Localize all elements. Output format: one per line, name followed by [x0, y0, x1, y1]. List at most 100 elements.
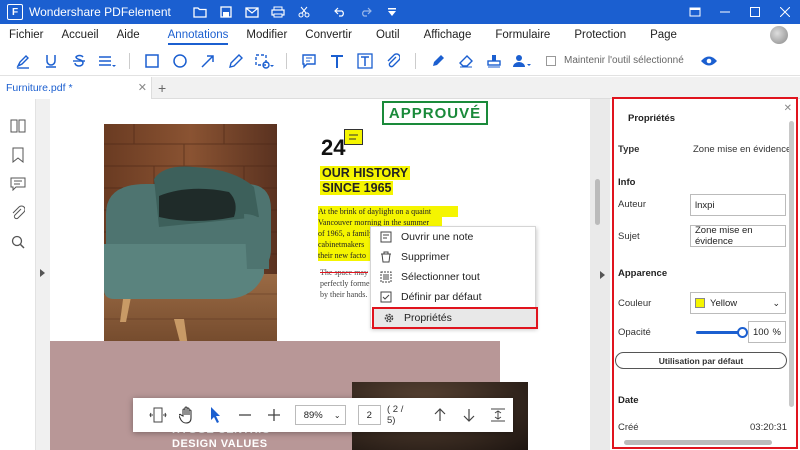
strikethrough-tool-icon[interactable]: [66, 48, 92, 74]
comment-icon[interactable]: [0, 169, 36, 198]
user-avatar[interactable]: [770, 26, 788, 44]
thumbnails-icon[interactable]: [0, 111, 36, 140]
approved-stamp[interactable]: APPROUVÉ: [382, 101, 488, 125]
opacity-slider-thumb[interactable]: [737, 327, 748, 338]
menu-modifier[interactable]: Modifier: [237, 24, 296, 46]
menu-annotations[interactable]: Annotations: [159, 24, 238, 46]
right-collapse-strip[interactable]: [590, 99, 610, 450]
signature-tool-icon[interactable]: [509, 48, 535, 74]
menu-page[interactable]: Page: [641, 24, 686, 46]
notification-icon[interactable]: [680, 0, 710, 24]
heading-since: SINCE 1965: [320, 181, 394, 195]
oval-tool-icon[interactable]: [167, 48, 193, 74]
attachment-tool-icon[interactable]: [380, 48, 406, 74]
context-item-delete[interactable]: Supprimer: [371, 247, 535, 267]
created-value: 03:20:31: [750, 422, 787, 433]
menu-outil[interactable]: Outil: [367, 24, 409, 46]
toolbar-divider: [286, 52, 287, 69]
type-label: Type: [618, 144, 640, 155]
pen-tool-icon[interactable]: [425, 48, 451, 74]
chair-photo: [104, 124, 277, 360]
mail-icon[interactable]: [239, 0, 265, 24]
next-page-icon[interactable]: [455, 400, 484, 430]
page-input[interactable]: 2: [357, 405, 381, 425]
minimize-icon[interactable]: [710, 0, 740, 24]
textbox-tool-icon[interactable]: [352, 48, 378, 74]
menu-formulaire[interactable]: Formulaire: [486, 24, 559, 46]
text-tool-icon[interactable]: [324, 48, 350, 74]
opacity-field[interactable]: 100 %: [748, 321, 786, 343]
menu-fichier[interactable]: Fichier: [0, 24, 53, 46]
highlight-tool-icon[interactable]: [10, 48, 36, 74]
folder-icon[interactable]: [187, 0, 213, 24]
keep-tool-option[interactable]: Maintenir l'outil sélectionné: [546, 55, 684, 66]
bookmark-icon[interactable]: [0, 140, 36, 169]
fit-page-icon[interactable]: [484, 400, 513, 430]
menu-affichage[interactable]: Affichage: [415, 24, 481, 46]
author-field[interactable]: lnxpi: [690, 194, 786, 216]
pencil-tool-icon[interactable]: [223, 48, 249, 74]
scissors-icon[interactable]: [291, 0, 317, 24]
fit-width-icon[interactable]: [143, 400, 172, 430]
toolbar-divider: [415, 52, 416, 69]
zoom-select[interactable]: 89% ⌄: [294, 405, 346, 425]
eye-icon[interactable]: [696, 48, 722, 74]
zoom-out-icon[interactable]: [230, 400, 259, 430]
tab-furniture[interactable]: Furniture.pdf * ✕: [0, 76, 152, 99]
hand-tool-icon[interactable]: [172, 400, 201, 430]
new-tab-icon[interactable]: +: [158, 80, 166, 96]
area-shape-tool-icon[interactable]: [251, 48, 277, 74]
menu-aide[interactable]: Aide: [108, 24, 149, 46]
text-lines-tool-icon[interactable]: [94, 48, 120, 74]
context-item-label: Sélectionner tout: [401, 271, 480, 283]
menu-accueil[interactable]: Accueil: [53, 24, 108, 46]
gear-icon: [374, 312, 404, 324]
expand-left-icon[interactable]: [38, 269, 46, 277]
appearance-heading: Apparence: [618, 268, 668, 279]
menu-bar: Fichier Accueil Aide Annotations Modifie…: [0, 24, 800, 46]
zoom-in-icon[interactable]: [260, 400, 289, 430]
select-cursor-icon[interactable]: [201, 400, 230, 430]
date-heading: Date: [618, 395, 639, 406]
rectangle-tool-icon[interactable]: [139, 48, 165, 74]
context-item-set-default[interactable]: Définir par défaut: [371, 287, 535, 307]
context-item-select-all[interactable]: Sélectionner tout: [371, 267, 535, 287]
menu-convertir[interactable]: Convertir: [296, 24, 361, 46]
redo-icon[interactable]: [353, 0, 379, 24]
maximize-icon[interactable]: [740, 0, 770, 24]
context-item-label: Définir par défaut: [401, 291, 482, 303]
previous-page-icon[interactable]: [426, 400, 455, 430]
opacity-slider[interactable]: [696, 327, 748, 338]
document-scrollbar[interactable]: [595, 179, 600, 225]
subject-field[interactable]: Zone mise en évidence: [690, 225, 786, 247]
color-select[interactable]: Yellow ⌄: [690, 292, 786, 314]
print-icon[interactable]: [265, 0, 291, 24]
context-item-properties[interactable]: Propriétés: [372, 307, 538, 329]
arrow-tool-icon[interactable]: [195, 48, 221, 74]
undo-icon[interactable]: [327, 0, 353, 24]
underline-tool-icon[interactable]: [38, 48, 64, 74]
menu-protection[interactable]: Protection: [565, 24, 635, 46]
close-panel-icon[interactable]: ✕: [784, 103, 792, 114]
attachment-icon[interactable]: [0, 198, 36, 227]
expand-right-icon[interactable]: [598, 271, 606, 279]
quick-access-dropdown-icon[interactable]: [379, 0, 405, 24]
close-icon[interactable]: [770, 0, 800, 24]
use-default-button[interactable]: Utilisation par défaut: [615, 352, 787, 369]
context-item-open-note[interactable]: Ouvrir une note: [371, 227, 535, 247]
strikethrough-text: The space may: [320, 268, 368, 277]
keep-tool-checkbox[interactable]: [546, 55, 556, 66]
left-collapse-strip[interactable]: [36, 99, 50, 450]
close-tab-icon[interactable]: ✕: [138, 81, 147, 94]
sticky-note-icon[interactable]: [344, 129, 363, 145]
save-icon[interactable]: [213, 0, 239, 24]
stamp-tool-icon[interactable]: [481, 48, 507, 74]
tab-label: Furniture.pdf *: [6, 81, 73, 94]
note-tool-icon[interactable]: [296, 48, 322, 74]
search-icon[interactable]: [0, 227, 36, 256]
panel-horizontal-scrollbar[interactable]: [624, 440, 772, 445]
panel-vertical-scrollbar[interactable]: [789, 121, 794, 407]
eraser-tool-icon[interactable]: [453, 48, 479, 74]
app-logo-icon: F: [7, 4, 23, 20]
color-swatch: [695, 298, 705, 308]
